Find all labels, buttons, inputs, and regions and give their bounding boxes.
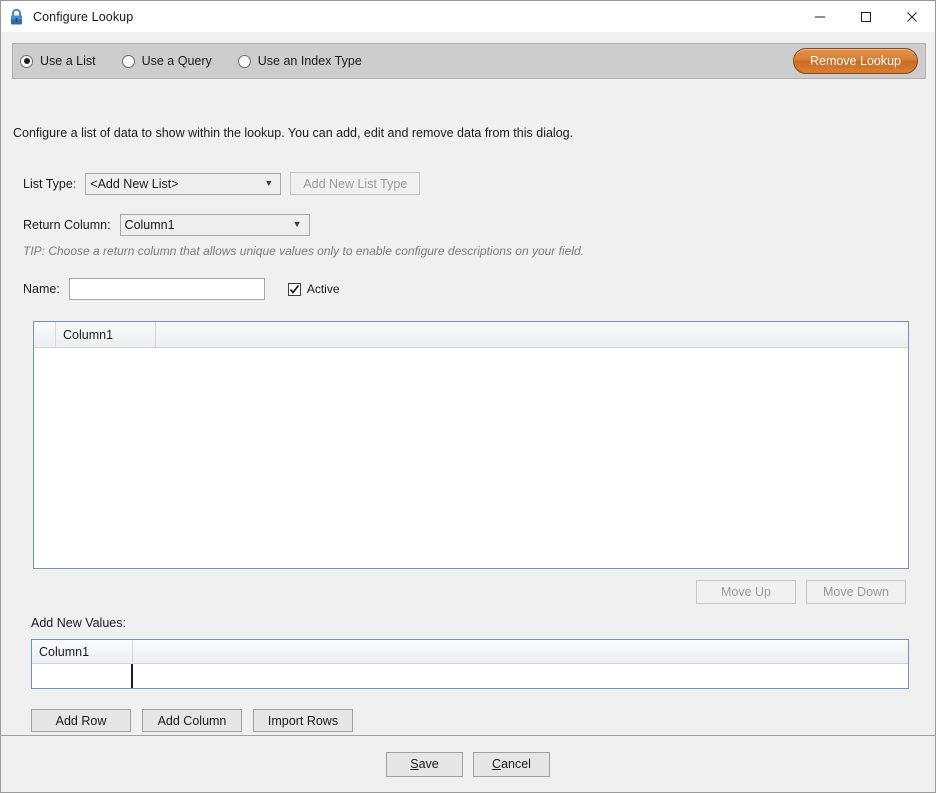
dialog-footer: Save Cancel bbox=[1, 735, 935, 792]
radio-indicator-use-a-list bbox=[20, 54, 33, 68]
name-label: Name: bbox=[23, 282, 60, 296]
list-type-label: List Type: bbox=[23, 176, 77, 191]
remove-lookup-button[interactable]: Remove Lookup bbox=[792, 48, 918, 74]
list-type-select[interactable]: <Add New List> bbox=[85, 172, 282, 195]
lookup-values-grid-header: Column1 bbox=[34, 322, 908, 348]
configure-lookup-dialog: Configure Lookup Use a List Use a Query bbox=[0, 0, 936, 793]
cancel-label-rest: ancel bbox=[501, 757, 531, 771]
new-value-cell-filler bbox=[133, 664, 908, 688]
minimize-icon[interactable] bbox=[797, 1, 843, 32]
new-column-header-filler bbox=[133, 640, 908, 663]
new-value-cell-column1[interactable] bbox=[32, 664, 133, 688]
row-action-buttons: Add Row Add Column Import Rows bbox=[31, 709, 353, 732]
name-row: Name: Active bbox=[23, 278, 340, 300]
radio-label-use-an-index-type: Use an Index Type bbox=[257, 54, 362, 68]
add-new-values-grid-header: Column1 bbox=[32, 640, 908, 664]
add-new-list-type-button[interactable]: Add New List Type bbox=[290, 172, 421, 195]
save-label-rest: ave bbox=[418, 757, 439, 771]
lock-icon bbox=[8, 8, 25, 26]
move-buttons-group: Move Up Move Down bbox=[696, 580, 906, 604]
active-label: Active bbox=[306, 282, 340, 296]
title-bar-left: Configure Lookup bbox=[1, 8, 133, 26]
active-checkbox[interactable] bbox=[287, 282, 301, 296]
column-header-filler bbox=[156, 322, 908, 347]
radio-use-a-list[interactable]: Use a List bbox=[20, 54, 96, 68]
return-column-select[interactable]: Column1 bbox=[119, 214, 310, 236]
window-controls bbox=[797, 1, 935, 32]
add-row-button[interactable]: Add Row bbox=[31, 709, 131, 732]
move-down-button[interactable]: Move Down bbox=[806, 580, 906, 604]
radio-label-use-a-list: Use a List bbox=[40, 54, 96, 68]
add-new-values-row[interactable] bbox=[32, 664, 908, 688]
return-column-tip: TIP: Choose a return column that allows … bbox=[23, 244, 584, 258]
list-type-combo-wrap: <Add New List> ▼ bbox=[85, 172, 282, 195]
radio-use-a-query[interactable]: Use a Query bbox=[121, 54, 212, 68]
window-title: Configure Lookup bbox=[33, 9, 134, 24]
cancel-button[interactable]: Cancel bbox=[473, 751, 550, 777]
radio-label-use-a-query: Use a Query bbox=[141, 54, 212, 68]
close-icon[interactable] bbox=[889, 1, 935, 32]
return-column-combo-wrap: Column1 ▼ bbox=[119, 214, 310, 236]
lookup-values-grid-body[interactable] bbox=[34, 348, 908, 568]
save-button[interactable]: Save bbox=[386, 751, 463, 777]
dialog-content: Use a List Use a Query Use an Index Type… bbox=[1, 32, 935, 735]
dialog-description: Configure a list of data to show within … bbox=[13, 126, 574, 140]
new-column-header-column1[interactable]: Column1 bbox=[32, 640, 133, 663]
active-checkbox-wrap[interactable]: Active bbox=[287, 282, 340, 296]
title-bar: Configure Lookup bbox=[1, 1, 935, 32]
column-header-column1[interactable]: Column1 bbox=[56, 322, 156, 347]
save-mnemonic: S bbox=[410, 757, 419, 771]
add-new-values-label: Add New Values: bbox=[31, 616, 126, 630]
lookup-values-grid[interactable]: Column1 bbox=[33, 321, 909, 569]
radio-use-an-index-type[interactable]: Use an Index Type bbox=[237, 54, 362, 68]
maximize-icon[interactable] bbox=[843, 1, 889, 32]
row-selector-header bbox=[34, 322, 56, 347]
lookup-mode-panel: Use a List Use a Query Use an Index Type… bbox=[12, 43, 926, 79]
add-new-values-grid[interactable]: Column1 bbox=[31, 639, 909, 689]
list-type-row: List Type: <Add New List> ▼ Add New List… bbox=[23, 172, 421, 195]
radio-indicator-use-a-query bbox=[121, 54, 135, 68]
add-column-button[interactable]: Add Column bbox=[142, 709, 242, 732]
return-column-label: Return Column: bbox=[23, 218, 111, 232]
import-rows-button[interactable]: Import Rows bbox=[253, 709, 353, 732]
name-input[interactable] bbox=[68, 278, 265, 300]
move-up-button[interactable]: Move Up bbox=[696, 580, 796, 604]
radio-indicator-use-an-index-type bbox=[237, 54, 251, 68]
cancel-mnemonic: C bbox=[492, 757, 502, 771]
return-column-row: Return Column: Column1 ▼ bbox=[23, 214, 310, 236]
